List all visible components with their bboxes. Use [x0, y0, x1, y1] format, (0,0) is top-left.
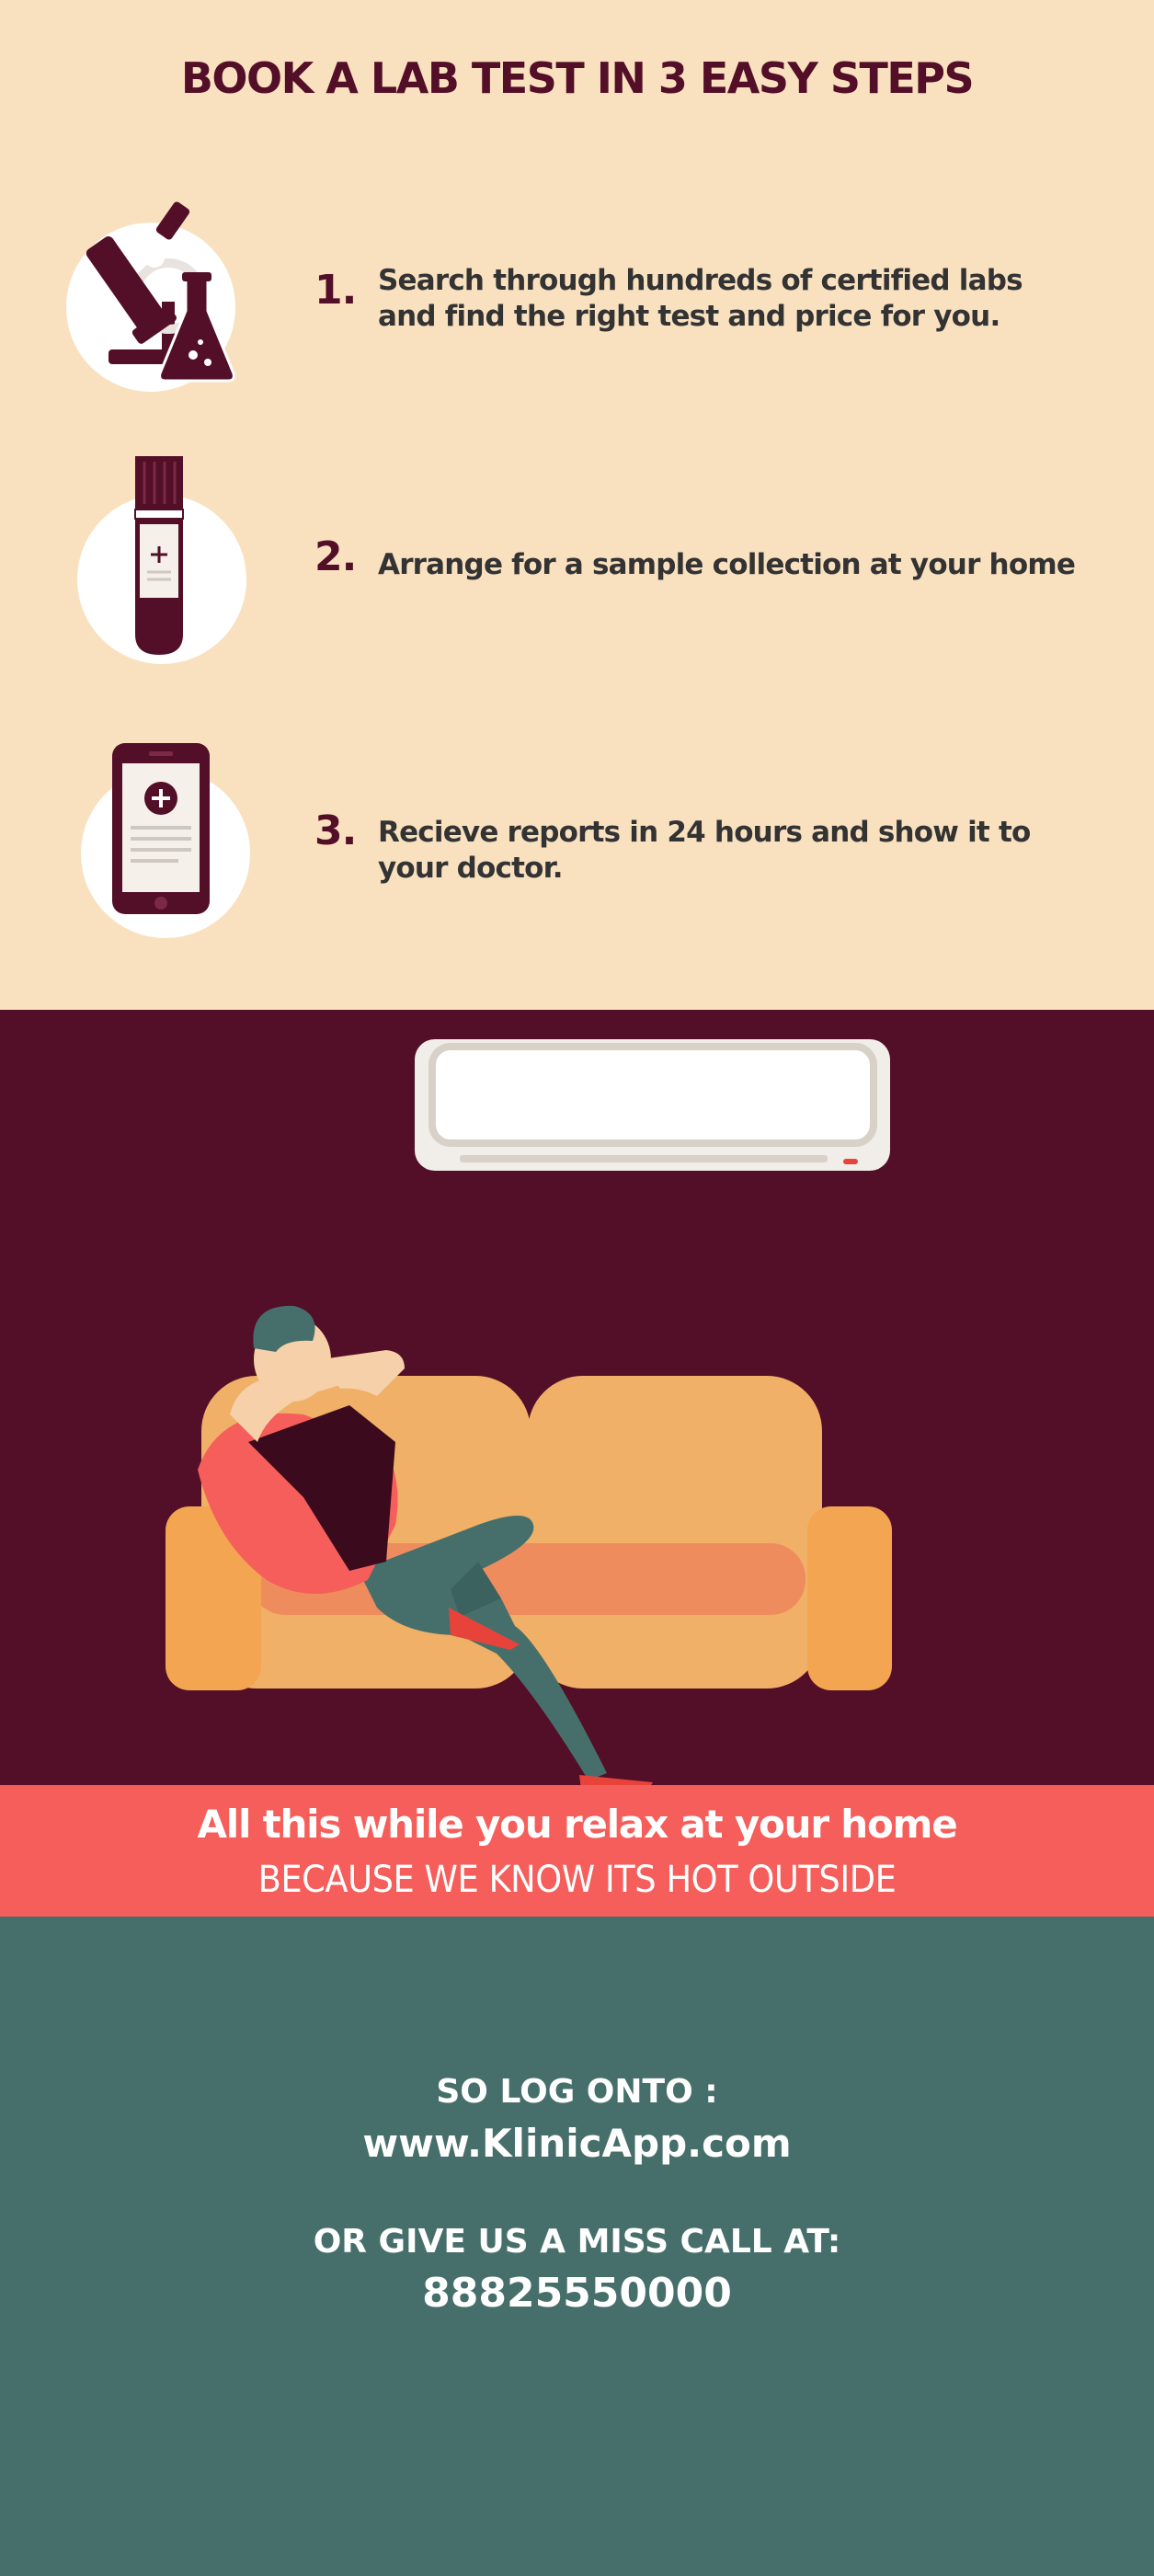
- banner-headline: All this while you relax at your home: [197, 1802, 957, 1847]
- test-tube-icon: [74, 451, 257, 675]
- relax-banner: All this while you relax at your home BE…: [0, 1785, 1154, 1917]
- website-link[interactable]: www.KlinicApp.com: [0, 2121, 1154, 2166]
- step-3-number: 3.: [314, 807, 357, 854]
- contact-section: SO LOG ONTO : www.KlinicApp.com OR GIVE …: [0, 1917, 1154, 2576]
- smartphone-report-icon: [77, 736, 261, 951]
- page-title: BOOK A LAB TEST IN 3 EASY STEPS: [180, 53, 975, 103]
- relax-illustration: [0, 1010, 1154, 1785]
- step-3: 3. Recieve reports in 24 hours and show …: [0, 736, 1154, 947]
- step-2-text: Arrange for a sample collection at your …: [378, 548, 1076, 581]
- step-3-text: Recieve reports in 24 hours and show it …: [378, 816, 1031, 885]
- microscope-flask-icon: [63, 193, 265, 399]
- step-1-number: 1.: [314, 267, 357, 314]
- step-2-number: 2.: [314, 533, 357, 580]
- phone-number[interactable]: 88825550000: [0, 2270, 1154, 2317]
- banner-subline: BECAUSE WE KNOW ITS HOT OUTSIDE: [257, 1859, 897, 1901]
- steps-section: BOOK A LAB TEST IN 3 EASY STEPS 1. Searc…: [0, 0, 1154, 1010]
- login-label: SO LOG ONTO :: [436, 2073, 718, 2111]
- air-conditioner-icon: [415, 1039, 890, 1171]
- step-1: 1. Search through hundreds of certified …: [0, 193, 1154, 405]
- step-2: 2. Arrange for a sample collection at yo…: [0, 451, 1154, 671]
- step-1-text: Search through hundreds of certified lab…: [378, 264, 1023, 333]
- call-label: OR GIVE US A MISS CALL AT:: [313, 2223, 841, 2261]
